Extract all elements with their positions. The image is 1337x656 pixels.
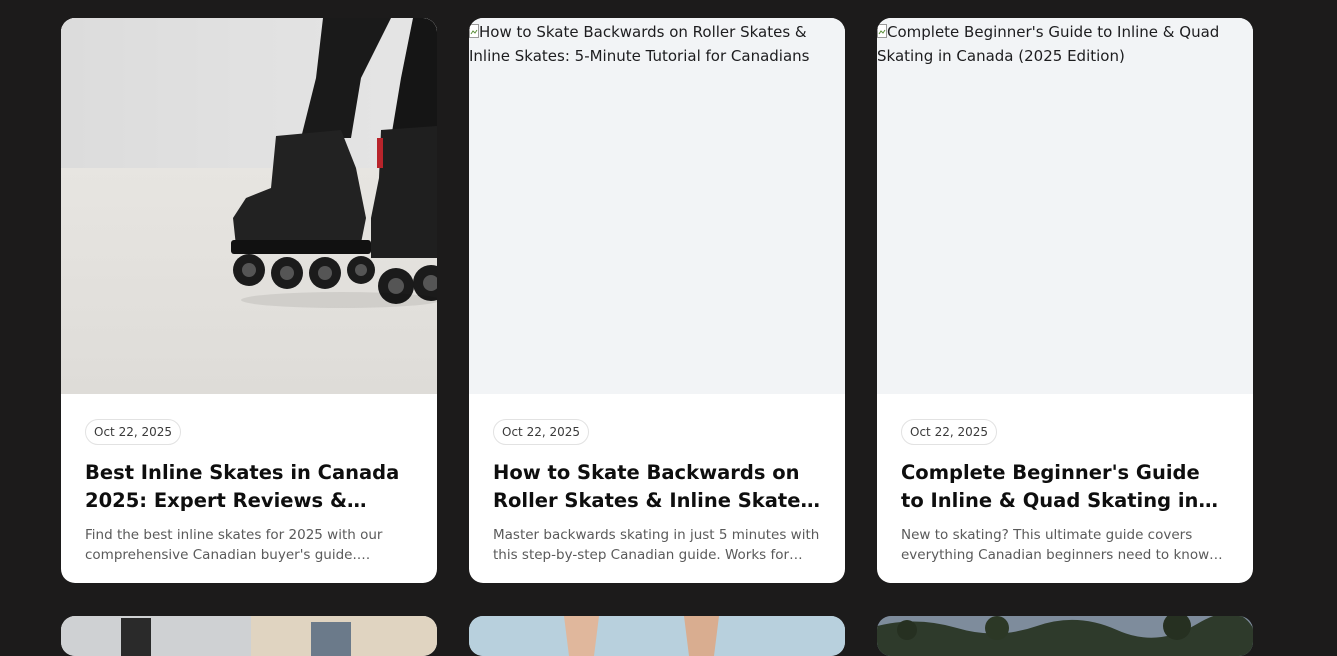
article-grid: Oct 22, 2025 Best Inline Skates in Canad…	[0, 0, 1337, 656]
article-image-partial	[61, 616, 437, 656]
article-card-next-row[interactable]	[61, 616, 437, 656]
article-title[interactable]: Complete Beginner's Guide to Inline & Qu…	[901, 459, 1229, 515]
article-title[interactable]: How to Skate Backwards on Roller Skates …	[493, 459, 821, 515]
broken-image-icon	[877, 24, 887, 38]
skates-photo	[61, 18, 437, 394]
article-card-next-row[interactable]	[469, 616, 845, 656]
article-title[interactable]: Best Inline Skates in Canada 2025: Exper…	[85, 459, 413, 515]
broken-image-icon	[469, 24, 479, 38]
article-excerpt: Master backwards skating in just 5 minut…	[493, 527, 820, 563]
date-badge: Oct 22, 2025	[493, 419, 589, 445]
image-alt-text: How to Skate Backwards on Roller Skates …	[469, 23, 810, 65]
article-card[interactable]: How to Skate Backwards on Roller Skates …	[469, 18, 845, 583]
article-image-partial	[877, 616, 1253, 656]
image-alt-text: Complete Beginner's Guide to Inline & Qu…	[877, 23, 1220, 65]
article-card[interactable]: Complete Beginner's Guide to Inline & Qu…	[877, 18, 1253, 583]
article-excerpt: Find the best inline skates for 2025 wit…	[85, 527, 383, 563]
article-image[interactable]	[61, 18, 437, 394]
article-image-partial	[469, 616, 845, 656]
article-image[interactable]: How to Skate Backwards on Roller Skates …	[469, 18, 845, 394]
article-card-next-row[interactable]	[877, 616, 1253, 656]
date-badge: Oct 22, 2025	[901, 419, 997, 445]
article-excerpt: New to skating? This ultimate guide cove…	[901, 527, 1210, 563]
article-image[interactable]: Complete Beginner's Guide to Inline & Qu…	[877, 18, 1253, 394]
date-badge: Oct 22, 2025	[85, 419, 181, 445]
article-card[interactable]: Oct 22, 2025 Best Inline Skates in Canad…	[61, 18, 437, 583]
